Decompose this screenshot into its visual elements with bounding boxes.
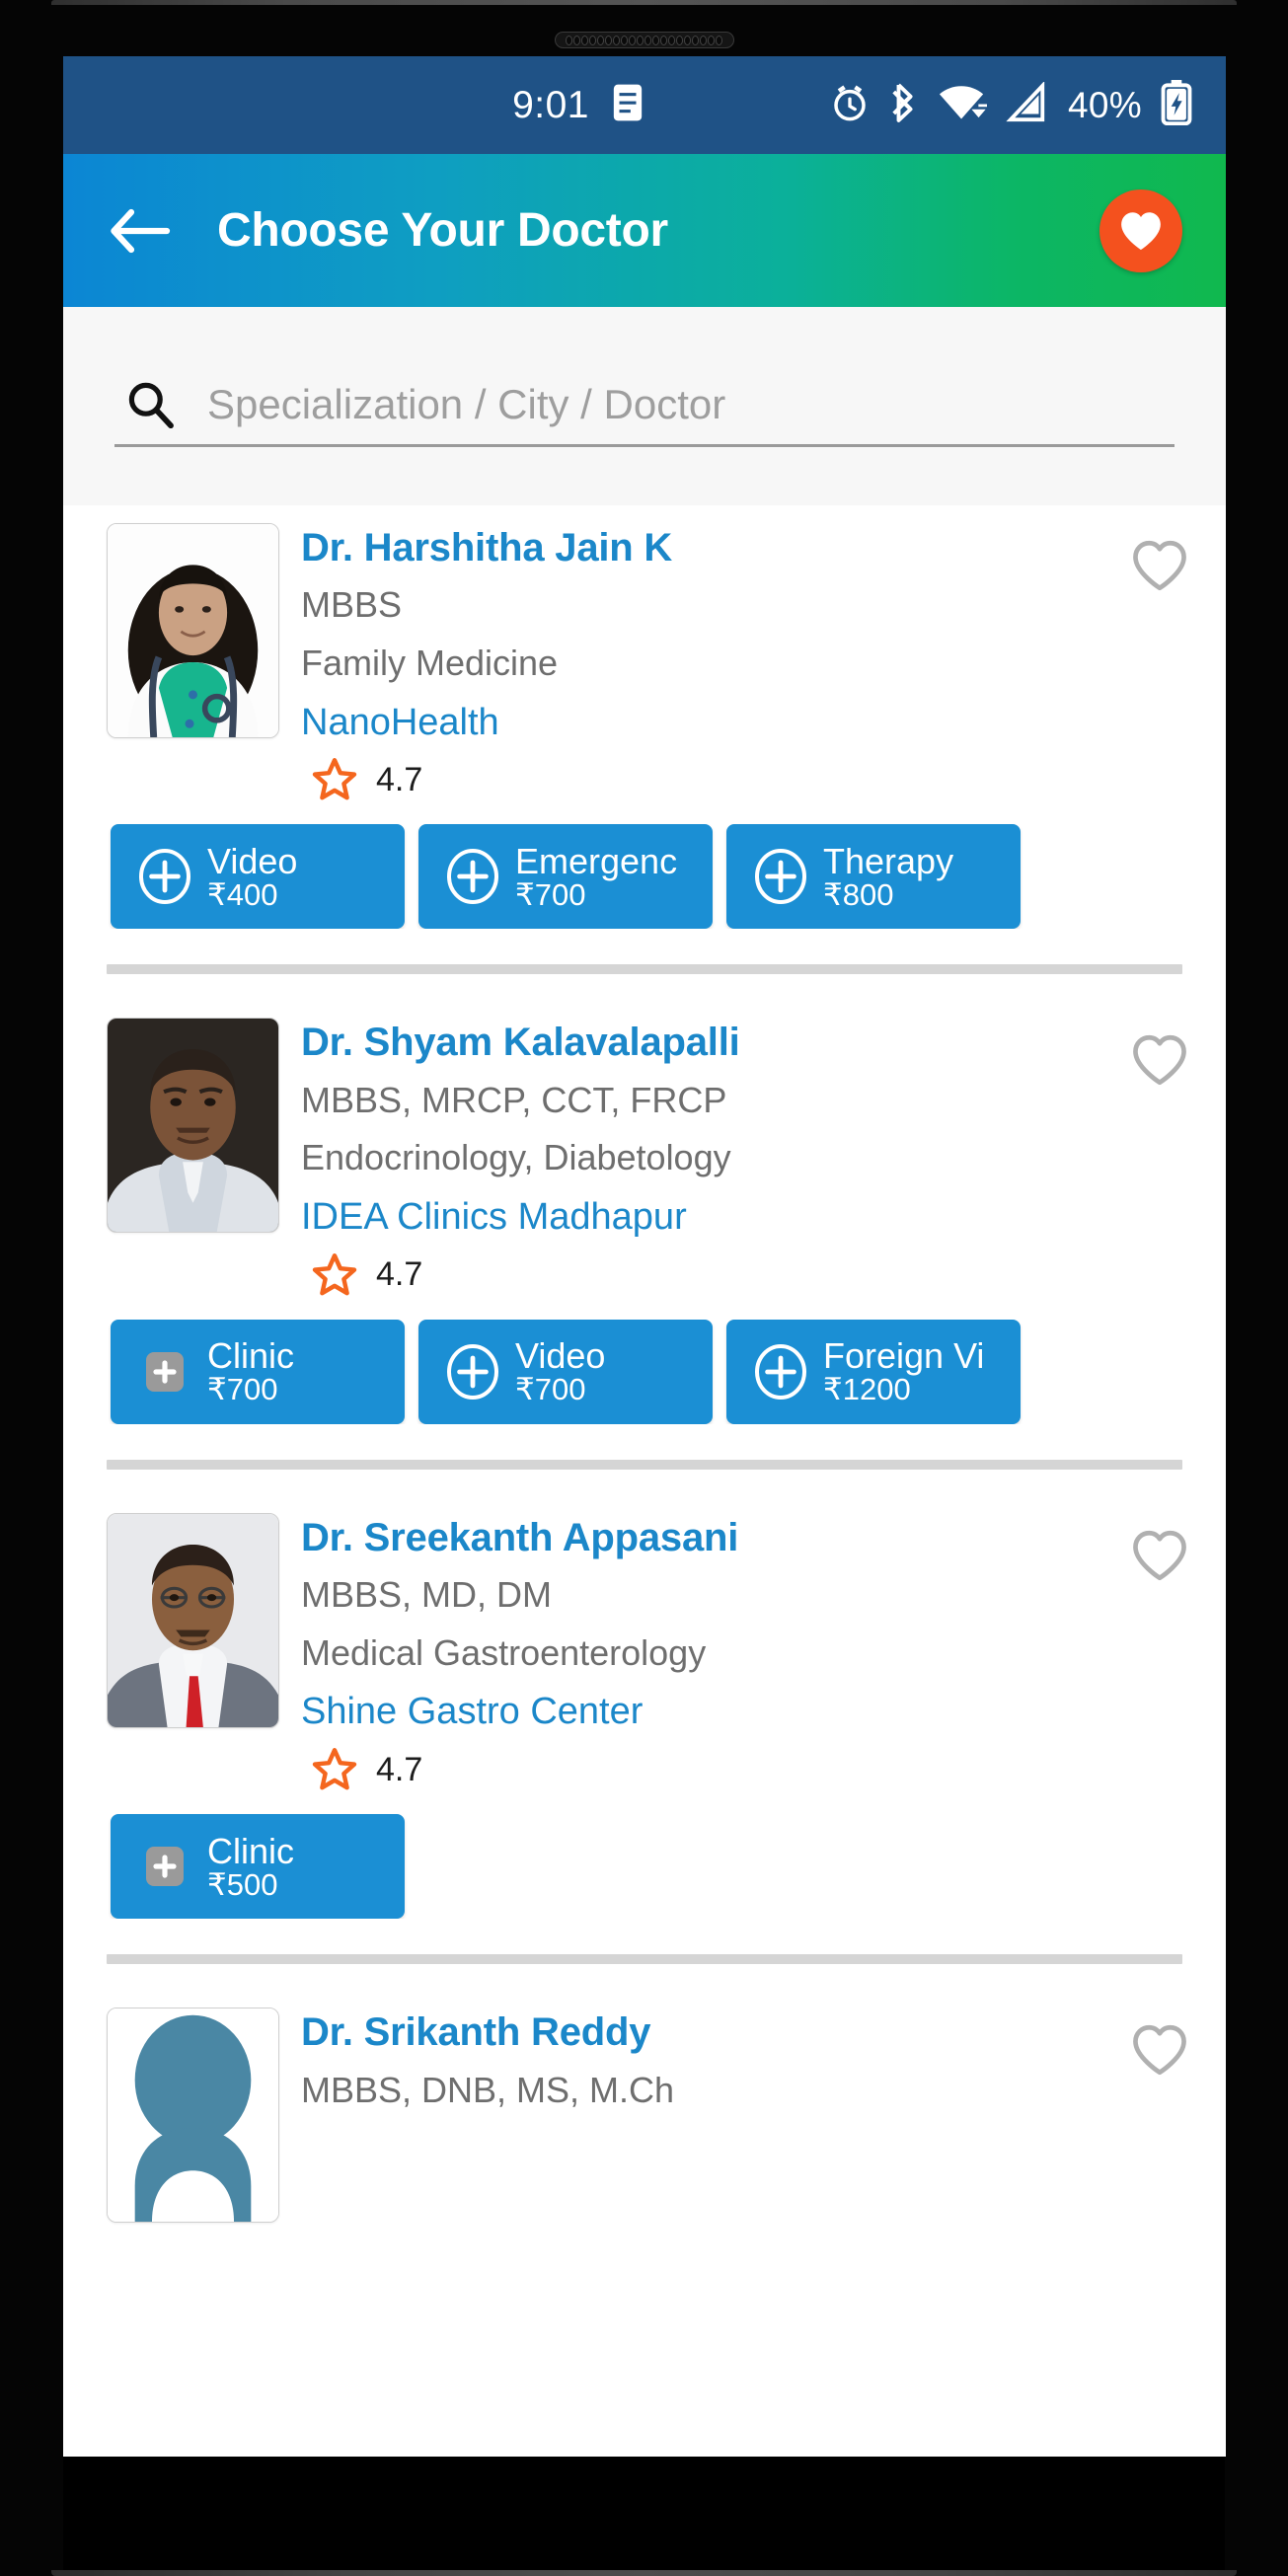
- heart-outline-icon: [1133, 1530, 1186, 1580]
- page-title: Choose Your Doctor: [217, 204, 668, 257]
- doctor-specialization: Endocrinology, Diabetology: [301, 1137, 731, 1178]
- doctor-actions[interactable]: Video ₹400 Emergenc ₹700 Therapy ₹800: [63, 802, 1226, 930]
- action-button[interactable]: Foreign Vi ₹1200: [726, 1319, 1021, 1424]
- action-price: ₹1200: [823, 1372, 911, 1407]
- back-button[interactable]: [93, 184, 188, 278]
- doctor-avatar: [107, 1018, 279, 1234]
- doctor-degrees: MBBS, MD, DM: [301, 1574, 553, 1616]
- wifi-icon: [938, 83, 988, 127]
- doctor-hospital[interactable]: IDEA Clinics Madhapur: [301, 1196, 1131, 1239]
- action-button[interactable]: Therapy ₹800: [726, 824, 1021, 930]
- device-top-edge: [51, 0, 1237, 5]
- doctor-rating: 4.7: [301, 757, 1131, 802]
- card-divider: [107, 1954, 1182, 1965]
- search-input[interactable]: [186, 381, 1174, 432]
- action-price: ₹700: [515, 876, 586, 912]
- status-bar-clock: 9:01: [512, 83, 589, 126]
- battery-percent-label: 40%: [1068, 84, 1142, 125]
- earpiece-speaker-grille: [554, 32, 734, 48]
- doctor-actions[interactable]: Clinic ₹700 Video ₹700 Foreign Vi ₹1200: [63, 1298, 1226, 1424]
- navigation-bar-area: [63, 2457, 1225, 2570]
- action-button[interactable]: Emergenc ₹700: [418, 824, 713, 930]
- alarm-icon: [829, 82, 871, 128]
- favorite-toggle[interactable]: [1131, 1018, 1226, 1297]
- action-label: Clinic: [207, 1830, 295, 1871]
- doctor-degrees: MBBS, DNB, MS, M.Ch: [301, 2069, 675, 2110]
- action-label: Foreign Vi: [823, 1335, 985, 1377]
- action-label: Clinic: [207, 1335, 295, 1377]
- rating-value: 4.7: [376, 760, 423, 798]
- action-button[interactable]: Video ₹700: [418, 1319, 713, 1424]
- doctor-card[interactable]: Dr. Shyam Kalavalapalli MBBS, MRCP, CCT,…: [63, 1000, 1226, 1470]
- plus-square-icon: [134, 1841, 195, 1892]
- notes-icon: [611, 83, 644, 127]
- heart-outline-icon: [1133, 1035, 1186, 1086]
- device-frame: 9:01 40% Choose Your Doctor Specializati…: [0, 0, 1288, 2576]
- phone-screen: 9:01 40% Choose Your Doctor Specializati…: [63, 56, 1226, 2457]
- plus-circle-icon: [442, 1343, 503, 1401]
- action-label: Emergenc: [515, 840, 678, 881]
- doctor-card[interactable]: Dr. Harshitha Jain K MBBS Family Medicin…: [63, 505, 1226, 975]
- star-icon: [312, 1748, 357, 1790]
- doctor-specialization: Family Medicine: [301, 642, 559, 683]
- rating-value: 4.7: [376, 1750, 423, 1788]
- star-icon: [312, 1252, 357, 1296]
- doctor-avatar: [107, 523, 279, 738]
- favorites-button[interactable]: [1099, 189, 1182, 272]
- doctor-rating: 4.7: [301, 1252, 1131, 1298]
- search-icon: [114, 379, 186, 432]
- heart-outline-icon: [1133, 2025, 1186, 2076]
- doctor-card[interactable]: Dr. Srikanth Reddy MBBS, DNB, MS, M.Ch: [63, 1990, 1226, 2224]
- doctor-hospital[interactable]: Shine Gastro Center: [301, 1692, 1131, 1733]
- action-price: ₹700: [515, 1372, 586, 1407]
- heart-outline-icon: [1133, 540, 1186, 591]
- doctor-avatar: [107, 2008, 279, 2224]
- plus-circle-icon: [750, 1343, 811, 1401]
- action-label: Therapy: [823, 840, 954, 881]
- app-header: Choose Your Doctor: [63, 154, 1226, 307]
- card-divider: [107, 964, 1182, 975]
- doctor-degrees: MBBS: [301, 584, 403, 626]
- bluetooth-icon: [889, 81, 919, 129]
- doctor-hospital[interactable]: NanoHealth: [301, 702, 1131, 744]
- doctor-list[interactable]: Dr. Harshitha Jain K MBBS Family Medicin…: [63, 505, 1226, 2457]
- arrow-left-icon: [111, 208, 171, 253]
- favorite-toggle[interactable]: [1131, 1513, 1226, 1792]
- heart-filled-icon: [1121, 211, 1161, 250]
- rating-value: 4.7: [376, 1255, 423, 1294]
- action-price: ₹500: [207, 1866, 278, 1902]
- doctor-degrees: MBBS, MRCP, CCT, FRCP: [301, 1079, 727, 1120]
- cellular-signal-icon: [1006, 81, 1049, 128]
- star-icon: [312, 758, 357, 800]
- search-bar[interactable]: [114, 362, 1174, 447]
- status-bar: 9:01 40%: [63, 56, 1226, 154]
- action-price: ₹700: [207, 1372, 278, 1407]
- action-label: Video: [207, 840, 298, 881]
- doctor-rating: 4.7: [301, 1747, 1131, 1792]
- action-label: Video: [515, 1335, 606, 1377]
- favorite-toggle[interactable]: [1131, 523, 1226, 802]
- doctor-specialization: Medical Gastroenterology: [301, 1631, 707, 1673]
- card-divider: [107, 1459, 1182, 1470]
- action-button[interactable]: Video ₹400: [111, 824, 405, 930]
- action-price: ₹400: [207, 876, 278, 912]
- search-section: [63, 307, 1226, 505]
- doctor-card[interactable]: Dr. Sreekanth Appasani MBBS, MD, DM Medi…: [63, 1494, 1226, 1965]
- device-bottom-edge: [51, 2570, 1237, 2576]
- plus-square-icon: [134, 1346, 195, 1398]
- favorite-toggle[interactable]: [1131, 2008, 1226, 2223]
- battery-charging-icon: [1161, 80, 1192, 130]
- plus-circle-icon: [134, 848, 195, 905]
- doctor-name[interactable]: Dr. Shyam Kalavalapalli: [301, 1022, 1131, 1064]
- action-price: ₹800: [823, 876, 894, 912]
- plus-circle-icon: [750, 848, 811, 905]
- doctor-name[interactable]: Dr. Srikanth Reddy: [301, 2011, 1131, 2054]
- doctor-avatar: [107, 1512, 279, 1728]
- doctor-name[interactable]: Dr. Harshitha Jain K: [301, 527, 1131, 569]
- doctor-actions[interactable]: Clinic ₹500: [63, 1792, 1226, 1920]
- doctor-name[interactable]: Dr. Sreekanth Appasani: [301, 1516, 1131, 1558]
- plus-circle-icon: [442, 848, 503, 905]
- action-button[interactable]: Clinic ₹500: [111, 1814, 405, 1920]
- action-button[interactable]: Clinic ₹700: [111, 1319, 405, 1424]
